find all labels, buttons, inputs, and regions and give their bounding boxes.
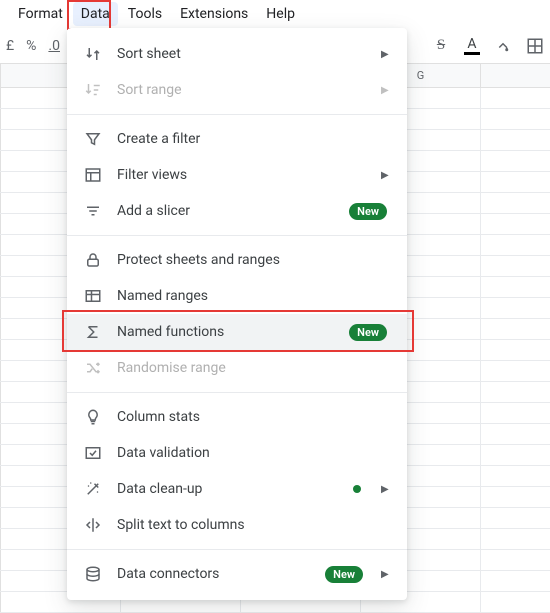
slicer-icon <box>83 201 103 221</box>
grid-cell[interactable] <box>481 592 550 612</box>
percent-button[interactable]: % <box>26 38 36 54</box>
grid-cell[interactable] <box>481 508 550 528</box>
sort-range-icon <box>83 80 103 100</box>
shuffle-icon <box>83 358 103 378</box>
grid-cell[interactable] <box>481 235 550 255</box>
text-color-icon[interactable]: A <box>464 37 480 55</box>
menu-divider <box>67 392 407 393</box>
menu-divider <box>67 235 407 236</box>
menu-item-label: Column stats <box>117 409 391 425</box>
submenu-arrow-icon: ▶ <box>381 85 391 96</box>
grid-cell[interactable] <box>481 172 550 192</box>
submenu-arrow-icon: ▶ <box>381 170 391 181</box>
menu-divider <box>67 549 407 550</box>
data-menu-dropdown: Sort sheet ▶ Sort range ▶ Create a filter Fil… <box>67 28 407 600</box>
grid-cell[interactable] <box>481 529 550 549</box>
menu-item-sort-sheet[interactable]: Sort sheet ▶ <box>67 36 407 72</box>
grid-cell[interactable] <box>481 424 550 444</box>
menu-item-create-a-filter[interactable]: Create a filter <box>67 121 407 157</box>
menu-item-label: Named ranges <box>117 288 391 304</box>
filter-views-icon <box>83 165 103 185</box>
menu-item-label: Named functions <box>117 324 335 340</box>
grid-cell[interactable] <box>481 319 550 339</box>
fill-color-icon[interactable] <box>494 37 512 55</box>
grid-cell[interactable] <box>481 130 550 150</box>
menu-item-label: Sort sheet <box>117 46 367 62</box>
menu-item-data-validation[interactable]: Data validation <box>67 435 407 471</box>
menu-item-data-connectors[interactable]: Data connectors New ▶ <box>67 556 407 592</box>
grid-cell[interactable] <box>481 214 550 234</box>
borders-icon[interactable] <box>526 37 544 55</box>
menu-item-label: Filter views <box>117 167 367 183</box>
submenu-arrow-icon: ▶ <box>381 484 391 495</box>
connectors-icon <box>83 564 103 584</box>
menu-item-label: Add a slicer <box>117 203 335 219</box>
menu-tools[interactable]: Tools <box>120 2 170 26</box>
menu-extensions[interactable]: Extensions <box>172 2 256 26</box>
grid-cell[interactable] <box>481 340 550 360</box>
menu-item-data-clean-up[interactable]: Data clean-up ▶ <box>67 471 407 507</box>
grid-cell[interactable] <box>481 298 550 318</box>
decrease-decimal-button[interactable]: .0 <box>48 38 60 54</box>
menu-item-split-text-to-columns[interactable]: Split text to columns <box>67 507 407 543</box>
grid-cell[interactable] <box>481 151 550 171</box>
grid-cell[interactable] <box>481 88 550 108</box>
strikethrough-icon[interactable]: S <box>432 37 450 55</box>
bulb-icon <box>83 407 103 427</box>
menu-item-column-stats[interactable]: Column stats <box>67 399 407 435</box>
sort-sheet-icon <box>83 44 103 64</box>
split-icon <box>83 515 103 535</box>
menu-data[interactable]: Data <box>73 2 118 26</box>
column-header[interactable] <box>481 64 550 87</box>
new-badge: New <box>349 203 387 220</box>
menu-item-filter-views[interactable]: Filter views ▶ <box>67 157 407 193</box>
grid-cell[interactable] <box>481 571 550 591</box>
menu-help[interactable]: Help <box>258 2 303 26</box>
grid-cell[interactable] <box>481 361 550 381</box>
grid-cell[interactable] <box>481 193 550 213</box>
new-badge: New <box>325 566 363 583</box>
menu-item-label: Randomise range <box>117 360 391 376</box>
grid-cell[interactable] <box>481 403 550 423</box>
menu-divider <box>67 114 407 115</box>
menubar: Format Data Tools Extensions Help <box>0 0 550 28</box>
menu-item-label: Data validation <box>117 445 391 461</box>
submenu-arrow-icon: ▶ <box>381 569 391 580</box>
menu-item-randomise-range: Randomise range <box>67 350 407 386</box>
cleanup-icon <box>83 479 103 499</box>
named-ranges-icon <box>83 286 103 306</box>
indicator-dot <box>353 485 361 493</box>
submenu-arrow-icon: ▶ <box>381 49 391 60</box>
grid-cell[interactable] <box>481 256 550 276</box>
menu-item-label: Split text to columns <box>117 517 391 533</box>
menu-item-protect-sheets-and-ranges[interactable]: Protect sheets and ranges <box>67 242 407 278</box>
menu-format[interactable]: Format <box>10 2 71 26</box>
new-badge: New <box>349 324 387 341</box>
menu-item-label: Data connectors <box>117 566 311 582</box>
menu-item-label: Data clean-up <box>117 481 339 497</box>
grid-cell[interactable] <box>481 382 550 402</box>
grid-cell[interactable] <box>481 277 550 297</box>
menu-item-label: Create a filter <box>117 131 391 147</box>
grid-cell[interactable] <box>481 466 550 486</box>
menu-item-add-a-slicer[interactable]: Add a slicer New <box>67 193 407 229</box>
menu-item-sort-range: Sort range ▶ <box>67 72 407 108</box>
filter-icon <box>83 129 103 149</box>
grid-cell[interactable] <box>481 109 550 129</box>
grid-cell[interactable] <box>481 550 550 570</box>
grid-cell[interactable] <box>481 445 550 465</box>
menu-item-named-functions[interactable]: Named functions New <box>67 314 407 350</box>
grid-cell[interactable] <box>481 487 550 507</box>
currency-button[interactable]: £ <box>6 38 14 54</box>
lock-icon <box>83 250 103 270</box>
menu-item-label: Protect sheets and ranges <box>117 252 391 268</box>
menu-item-label: Sort range <box>117 82 367 98</box>
menu-item-named-ranges[interactable]: Named ranges <box>67 278 407 314</box>
validation-icon <box>83 443 103 463</box>
sigma-icon <box>83 322 103 342</box>
